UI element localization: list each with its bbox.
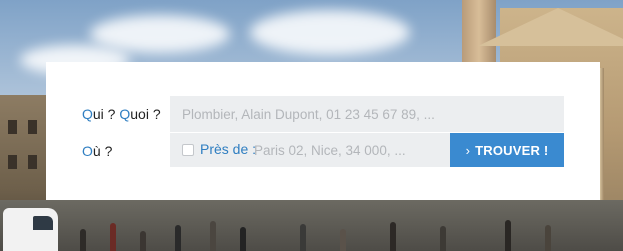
search-panel: Qui ? Quoi ? Où ? Près de : › TROUVER ! <box>46 62 600 200</box>
chevron-right-icon: › <box>465 142 471 158</box>
who-what-input[interactable] <box>170 96 564 132</box>
near-me-checkbox[interactable] <box>182 144 194 156</box>
who-what-label: Qui ? Quoi ? <box>82 106 161 122</box>
where-input[interactable] <box>254 133 444 167</box>
vehicle <box>3 208 58 251</box>
cloud <box>250 10 410 55</box>
search-button-label: TROUVER ! <box>475 142 549 158</box>
where-label: Où ? <box>82 143 113 159</box>
street <box>0 200 623 251</box>
where-field: Près de : <box>170 133 450 167</box>
search-button[interactable]: › TROUVER ! <box>450 133 564 167</box>
cloud <box>90 15 230 53</box>
near-me-label[interactable]: Près de : <box>200 141 256 157</box>
